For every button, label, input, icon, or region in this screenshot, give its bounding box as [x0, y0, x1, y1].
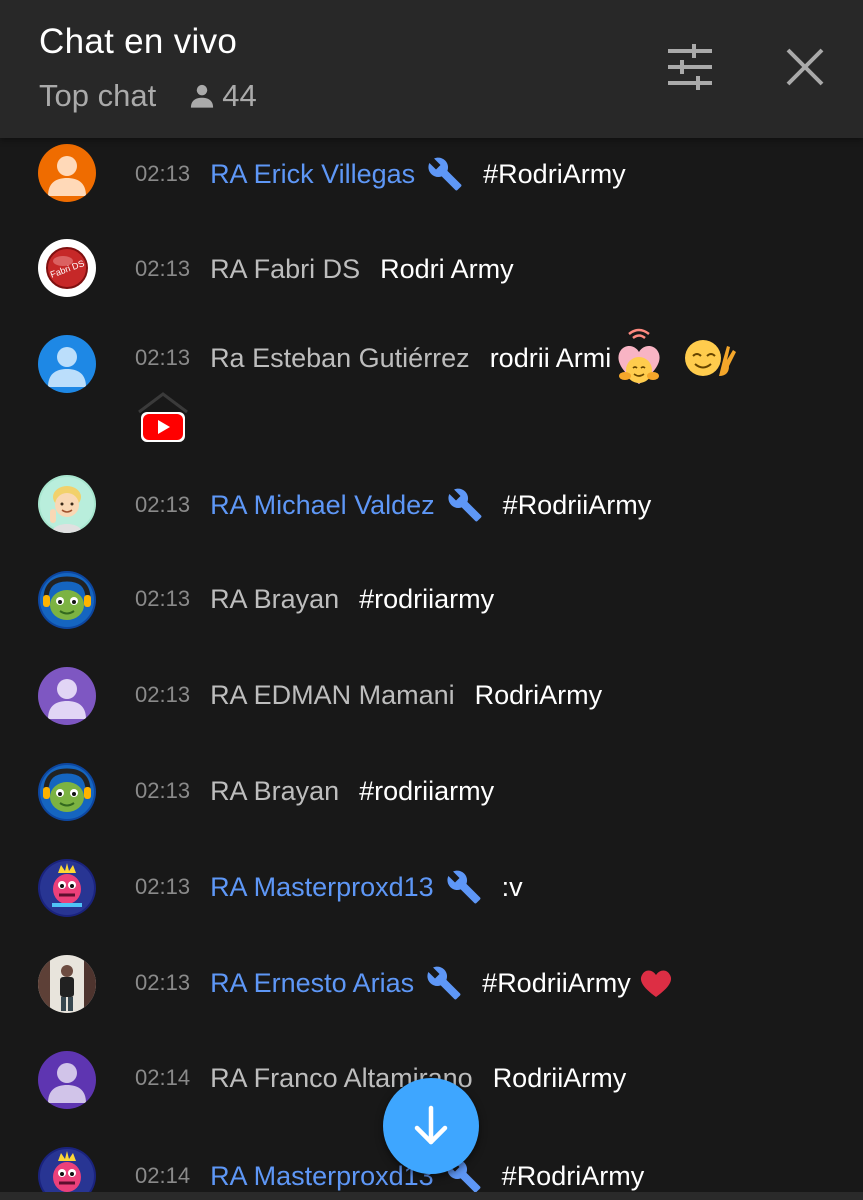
chat-message[interactable]: 02:13 RA Masterproxd13 :v	[0, 856, 863, 926]
chat-message[interactable]: 02:13 RA Erick Villegas #RodriArmy	[0, 140, 863, 210]
indigo-default-avatar-icon	[38, 1051, 96, 1109]
green-creature-avatar-icon	[38, 763, 96, 821]
arrow-down-icon	[414, 1105, 448, 1145]
message-text: #RodriArmy	[483, 158, 626, 189]
red-heart-emoji-icon	[640, 970, 671, 997]
chat-header: Chat en vivo Top chat 44	[0, 0, 863, 138]
chat-message[interactable]: 02:13 RA Brayan #rodriiarmy	[0, 568, 863, 638]
chat-title: Chat en vivo	[39, 22, 238, 61]
memoji-avatar-icon	[38, 475, 96, 533]
avatar[interactable]	[38, 667, 96, 725]
chat-message[interactable]: 02:13 RA Michael Valdez #RodriiArmy	[0, 472, 863, 542]
chat-message[interactable]: Fabri DS 02:13 RA Fabri DS Rodri Army	[0, 236, 863, 306]
message-timestamp: 02:14	[135, 1163, 191, 1188]
author-name[interactable]: RA Masterproxd13	[210, 1161, 434, 1192]
message-text: :v	[501, 871, 523, 902]
bottom-edge	[0, 1192, 863, 1200]
victory-hand-face-emoji-icon	[685, 340, 737, 376]
filter-button[interactable]	[666, 44, 714, 90]
king-character-avatar-icon	[38, 859, 96, 917]
author-name[interactable]: RA Brayan	[210, 776, 339, 807]
chat-message[interactable]: 02:13 Ra Esteban Gutiérrez rodrii Armi	[0, 324, 863, 454]
chat-message[interactable]: 02:13 RA Brayan #rodriiarmy	[0, 760, 863, 830]
scroll-to-bottom-button[interactable]	[383, 1078, 479, 1174]
message-text: rodrii Armi	[489, 342, 612, 373]
wrench-icon	[428, 157, 462, 191]
message-text: #RodriiArmy	[482, 967, 631, 998]
message-text: #rodriiarmy	[359, 583, 495, 614]
message-timestamp: 02:13	[135, 345, 191, 370]
message-timestamp: 02:13	[135, 874, 191, 899]
avatar[interactable]	[38, 571, 96, 629]
message-timestamp: 02:13	[135, 970, 191, 995]
author-name[interactable]: Ra Esteban Gutiérrez	[210, 343, 470, 374]
blue-default-avatar-icon	[38, 335, 96, 393]
viewer-count-group: 44	[188, 78, 257, 114]
author-name[interactable]: RA Fabri DS	[210, 254, 360, 285]
message-text: RodriiArmy	[492, 1062, 627, 1093]
message-timestamp: 02:14	[135, 1065, 191, 1090]
avatar[interactable]	[38, 144, 96, 202]
chat-message[interactable]: 02:13 RA Ernesto Arias #RodriiArmy	[0, 952, 863, 1022]
avatar[interactable]	[38, 475, 96, 533]
close-button[interactable]	[783, 45, 827, 89]
avatar[interactable]	[38, 859, 96, 917]
avatar[interactable]	[38, 335, 96, 393]
message-text: #rodriiarmy	[359, 775, 495, 806]
message-timestamp: 02:13	[135, 682, 191, 707]
message-text: #RodriArmy	[501, 1160, 645, 1191]
message-timestamp: 02:13	[135, 586, 191, 611]
avatar[interactable]: Fabri DS	[38, 239, 96, 297]
wrench-icon	[447, 870, 481, 904]
live-chat-panel: Chat en vivo Top chat 44 02:13 RA Erick …	[0, 0, 863, 1200]
wrench-icon	[448, 488, 482, 522]
viewer-count: 44	[222, 78, 257, 113]
avatar[interactable]	[38, 763, 96, 821]
person-icon	[191, 84, 214, 108]
message-text: Rodri Army	[380, 253, 514, 284]
message-timestamp: 02:13	[135, 778, 191, 803]
photo-avatar-icon	[38, 955, 96, 1013]
author-name[interactable]: RA Ernesto Arias	[210, 968, 414, 999]
author-name[interactable]: RA Michael Valdez	[210, 490, 435, 521]
message-text: #RodriiArmy	[502, 489, 652, 520]
chat-subheader: Top chat 44	[39, 76, 257, 116]
red-button-avatar-icon: Fabri DS	[38, 239, 96, 297]
wrench-icon	[427, 966, 461, 1000]
orange-default-avatar-icon	[38, 144, 96, 202]
author-name[interactable]: RA EDMAN Mamani	[210, 680, 455, 711]
youtube-emoji-icon	[138, 392, 188, 442]
message-timestamp: 02:13	[135, 256, 191, 281]
avatar[interactable]	[38, 955, 96, 1013]
green-creature-avatar-icon	[38, 571, 96, 629]
purple-default-avatar-icon	[38, 667, 96, 725]
tune-icon	[668, 44, 712, 90]
author-name[interactable]: RA Brayan	[210, 584, 339, 615]
chat-mode-selector[interactable]: Top chat	[39, 78, 156, 114]
close-icon	[786, 48, 824, 86]
author-name[interactable]: RA Masterproxd13	[210, 872, 434, 903]
message-timestamp: 02:13	[135, 161, 191, 186]
hugging-heart-emoji-icon	[618, 328, 660, 384]
avatar[interactable]	[38, 1051, 96, 1109]
chat-message[interactable]: 02:13 RA EDMAN Mamani RodriArmy	[0, 664, 863, 734]
message-timestamp: 02:13	[135, 492, 191, 517]
author-name[interactable]: RA Erick Villegas	[210, 159, 415, 190]
message-text: RodriArmy	[474, 679, 603, 710]
